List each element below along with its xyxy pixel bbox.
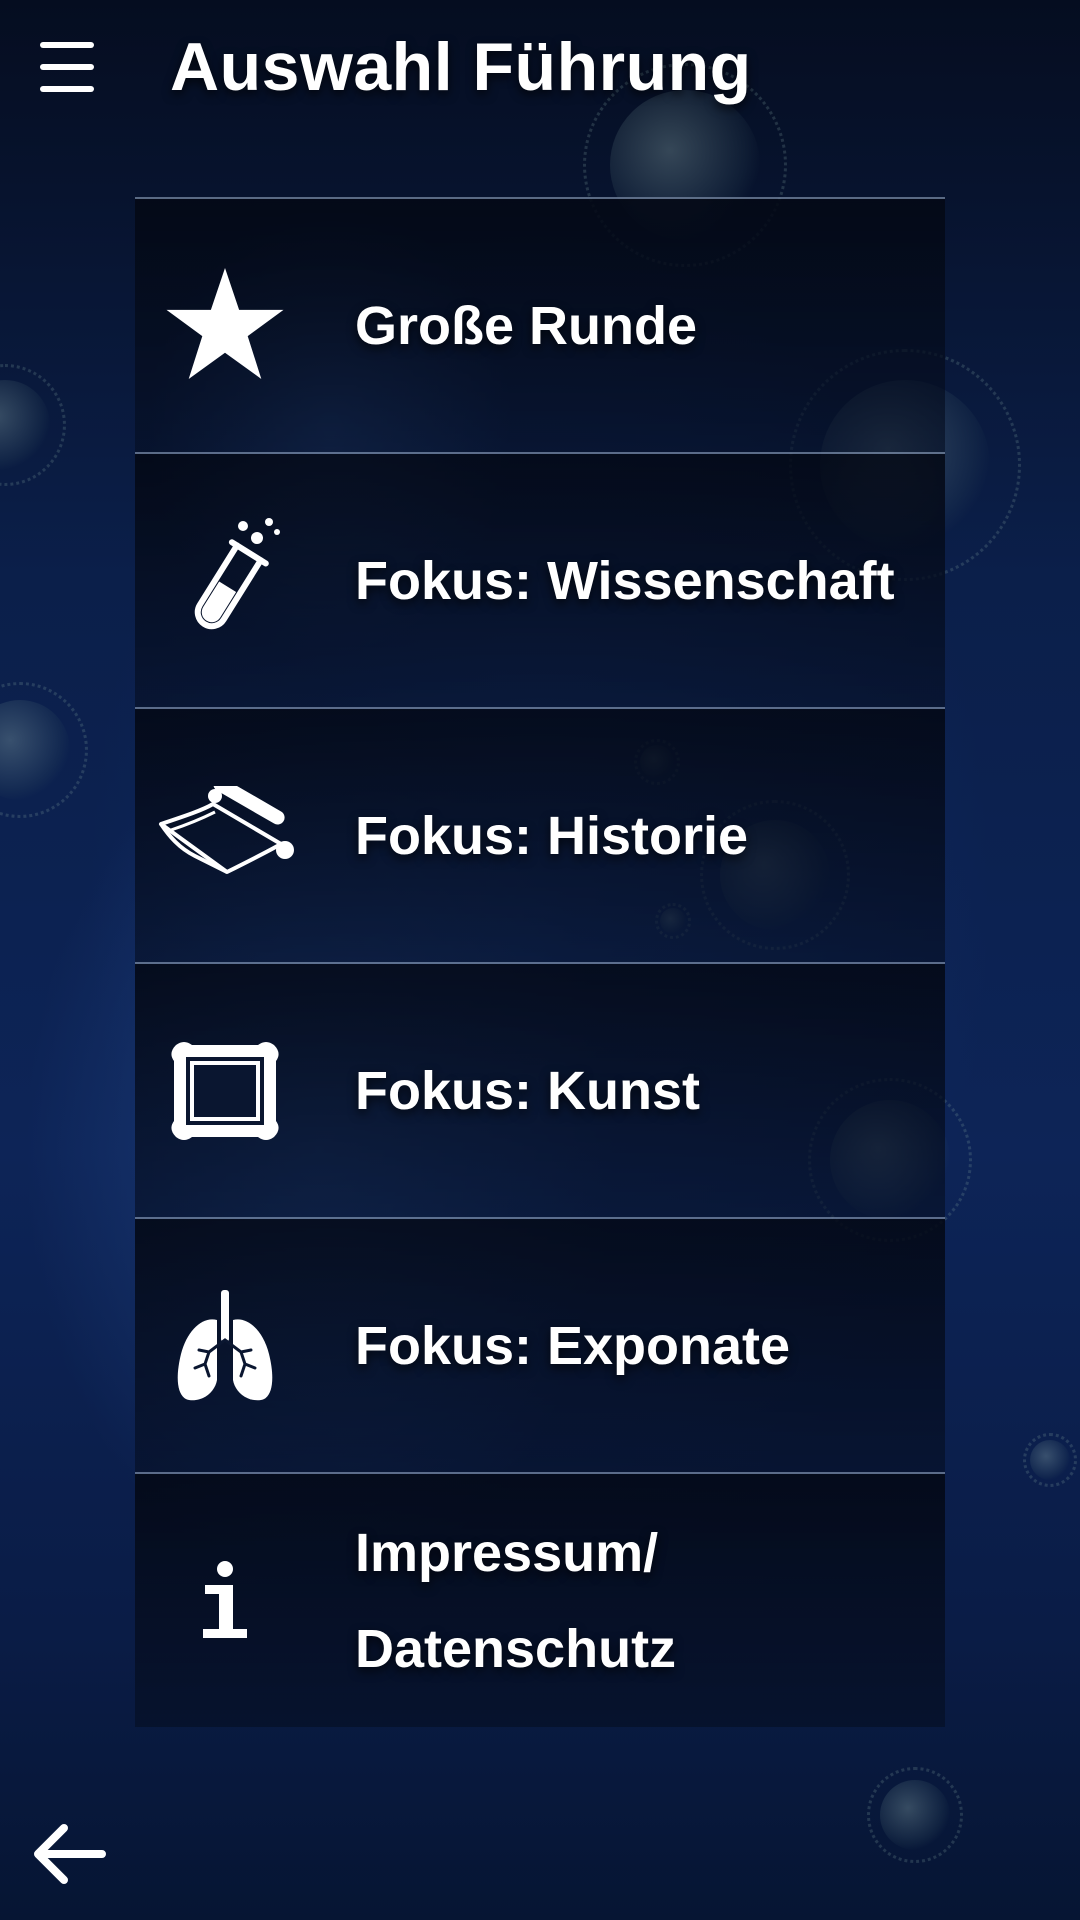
scroll-icon xyxy=(155,709,295,962)
menu-item-label: Fokus: Wissenschaft xyxy=(355,550,895,611)
tour-selection-list: Große Runde Fokus: Wissenschaft Fokus: H… xyxy=(135,197,945,1727)
menu-item-kunst[interactable]: Fokus: Kunst xyxy=(135,962,945,1217)
test-tube-icon xyxy=(155,454,295,707)
menu-item-grosse-runde[interactable]: Große Runde xyxy=(135,197,945,452)
star-icon xyxy=(155,199,295,452)
menu-item-label: Große Runde xyxy=(355,295,698,356)
info-icon xyxy=(155,1474,295,1727)
arrow-left-icon[interactable] xyxy=(30,1820,110,1888)
hamburger-menu-icon[interactable] xyxy=(36,38,100,98)
menu-item-exponate[interactable]: Fokus: Exponate xyxy=(135,1217,945,1472)
menu-item-label: Fokus: Kunst xyxy=(355,1060,700,1121)
picture-frame-icon xyxy=(155,964,295,1217)
lungs-icon xyxy=(155,1219,295,1472)
menu-item-label: Fokus: Historie xyxy=(355,805,749,866)
menu-item-label: Fokus: Exponate xyxy=(355,1315,791,1376)
app-header: Auswahl Führung xyxy=(0,0,1080,140)
menu-item-historie[interactable]: Fokus: Historie xyxy=(135,707,945,962)
page-title: Auswahl Führung xyxy=(170,29,752,105)
menu-item-wissenschaft[interactable]: Fokus: Wissenschaft xyxy=(135,452,945,707)
menu-item-label: Impressum/ Datenschutz xyxy=(355,1522,677,1679)
menu-item-impressum[interactable]: Impressum/ Datenschutz xyxy=(135,1472,945,1727)
